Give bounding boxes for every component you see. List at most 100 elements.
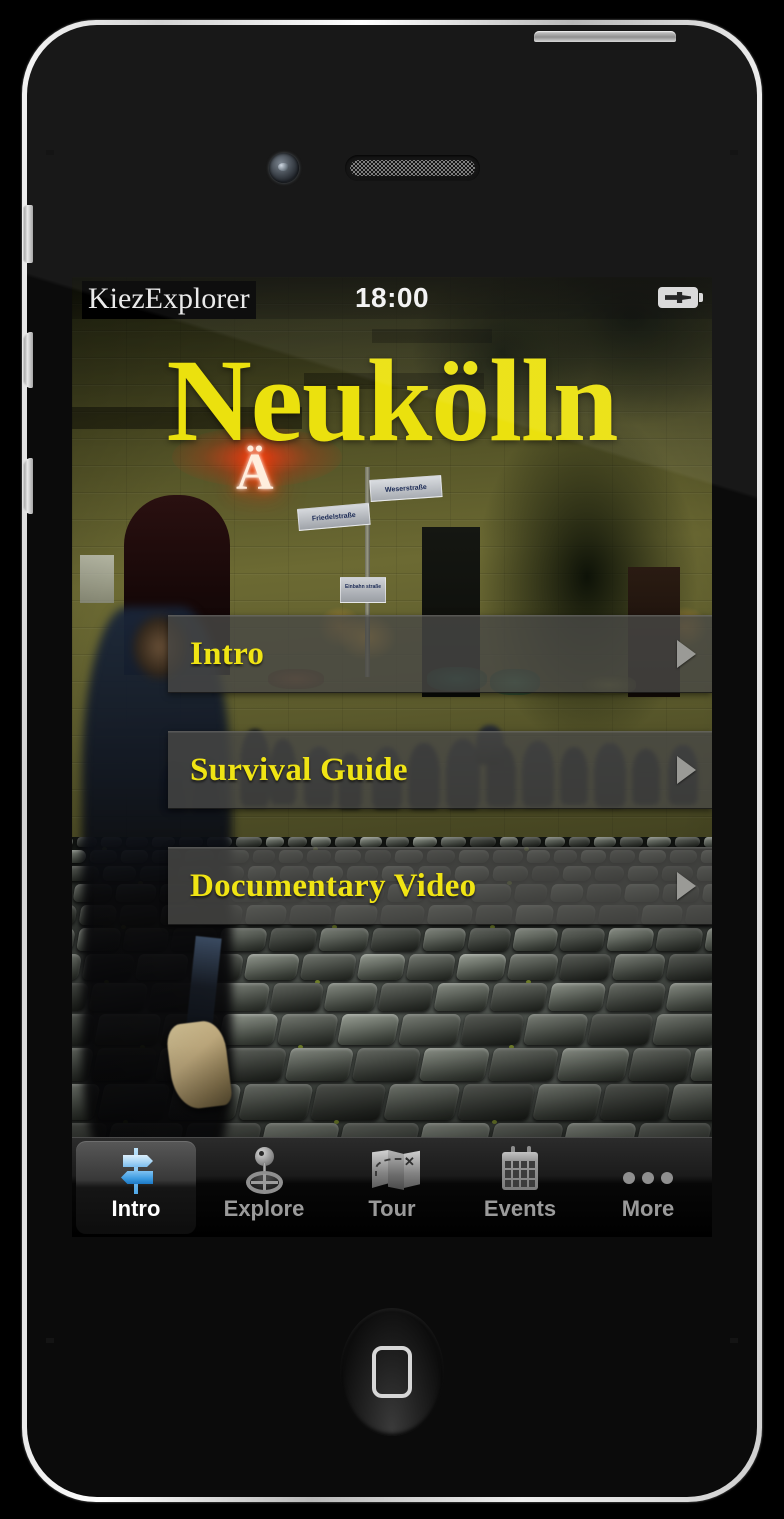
cobblestone [689,1047,712,1081]
tab-label: Explore [223,1196,305,1221]
cobblestone [455,954,508,980]
cobblestone [299,954,358,980]
mute-switch[interactable] [23,205,33,263]
cobblestone [652,1013,712,1045]
street-sign: Einbahn straße [340,577,386,603]
cobblestone [599,1084,671,1120]
tab-label: Intro [111,1196,161,1221]
cobblestone [457,1084,536,1120]
cobblestone [238,1084,314,1120]
menu-item-documentary-video[interactable]: Documentary Video [168,847,712,925]
cobblestone [398,1013,462,1045]
tab-events[interactable]: Events [456,1138,584,1237]
cobblestone [466,928,512,951]
cobblestone [523,1013,589,1045]
tab-tour[interactable]: ✕ Tour [328,1138,456,1237]
tab-intro[interactable]: Intro [72,1138,200,1237]
tab-bar: Intro Explore ✕ Tour Events More [72,1137,712,1237]
cobblestone [506,954,560,980]
chevron-right-icon [677,640,696,668]
cobblestone [487,1047,560,1081]
cobblestone [322,982,379,1011]
cobblestone [489,982,549,1011]
chevron-right-icon [677,872,696,900]
cobblestone [611,954,667,980]
antenna-seam [730,150,738,155]
cobblestone [72,954,83,980]
antenna-seam [730,1338,738,1343]
signpost-icon [110,1146,162,1196]
cobblestone [546,982,607,1011]
cobblestone [405,954,457,980]
cobblestone [667,1084,712,1120]
menu-item-label: Documentary Video [190,868,477,904]
cobblestone [243,954,301,980]
calendar-cell [521,1170,527,1178]
cobblestone [277,1013,339,1045]
phone-screen: Ä Weserstraße Friedelstraße Einbahn stra… [72,277,712,1237]
calendar-cell [521,1161,527,1169]
tab-label: More [621,1196,675,1221]
cobblestone [605,982,667,1011]
tab-label: Tour [368,1196,416,1221]
screenshot-canvas: Ä Weserstraße Friedelstraße Einbahn stra… [0,0,784,1519]
calendar-cell [529,1170,535,1178]
cobblestone [556,1047,630,1081]
power-button[interactable] [534,31,676,42]
calendar-cell [521,1179,527,1187]
calendar-cell [505,1170,511,1178]
volume-down-button[interactable] [23,458,33,514]
speaker-mesh [350,160,475,176]
cobblestone [704,928,712,951]
calendar-cell [513,1170,519,1178]
cobblestone [269,982,325,1011]
location-gyroscope-icon [238,1146,290,1196]
front-camera-icon [269,153,299,183]
home-button[interactable] [340,1308,444,1436]
phone-body: Ä Weserstraße Friedelstraße Einbahn stra… [27,25,757,1497]
menu-item-label: Survival Guide [190,752,408,788]
antenna-seam [46,150,54,155]
cobblestone [72,904,78,925]
calendar-cell [505,1179,511,1187]
calendar-cell [513,1179,519,1187]
volume-up-button[interactable] [23,332,33,388]
cobblestone [284,1047,354,1081]
calendar-icon [494,1146,546,1196]
calendar-cell [529,1161,535,1169]
cobblestone [512,928,559,951]
cobblestone [351,1047,422,1081]
menu-item-intro[interactable]: Intro [168,615,712,693]
battery-plug-glyph [665,292,691,303]
cobblestone [432,982,491,1011]
cobblestone [606,928,655,951]
cobblestone [267,928,318,951]
antenna-seam [46,1338,54,1343]
cobblestone [418,1047,490,1081]
cobblestone [654,928,704,951]
cobblestone [664,982,712,1011]
earpiece-speaker-icon [345,155,480,181]
chevron-right-icon [677,756,696,784]
calendar-cell [513,1161,519,1169]
menu-item-survival-guide[interactable]: Survival Guide [168,731,712,809]
tab-more[interactable]: More [584,1138,712,1237]
cobblestone [532,1084,603,1120]
tab-explore[interactable]: Explore [200,1138,328,1237]
cobblestone [318,928,370,951]
cobblestone [665,954,712,980]
phone-bezel: Ä Weserstraße Friedelstraße Einbahn stra… [22,20,762,1502]
cobblestone [460,1013,525,1045]
calendar-cell [505,1161,511,1169]
main-menu-list: Intro Survival Guide Documentary Video [168,615,712,925]
home-square-icon [372,1346,412,1398]
status-bar-clock: 18:00 [354,282,430,313]
menu-item-label: Intro [190,636,265,672]
cobblestone [337,1013,400,1045]
tab-label: Events [483,1196,557,1221]
cobblestone [72,928,76,951]
cobblestone [377,982,435,1011]
cobblestone [558,954,613,980]
wall-poster [80,555,114,603]
folded-map-icon: ✕ [366,1146,420,1196]
